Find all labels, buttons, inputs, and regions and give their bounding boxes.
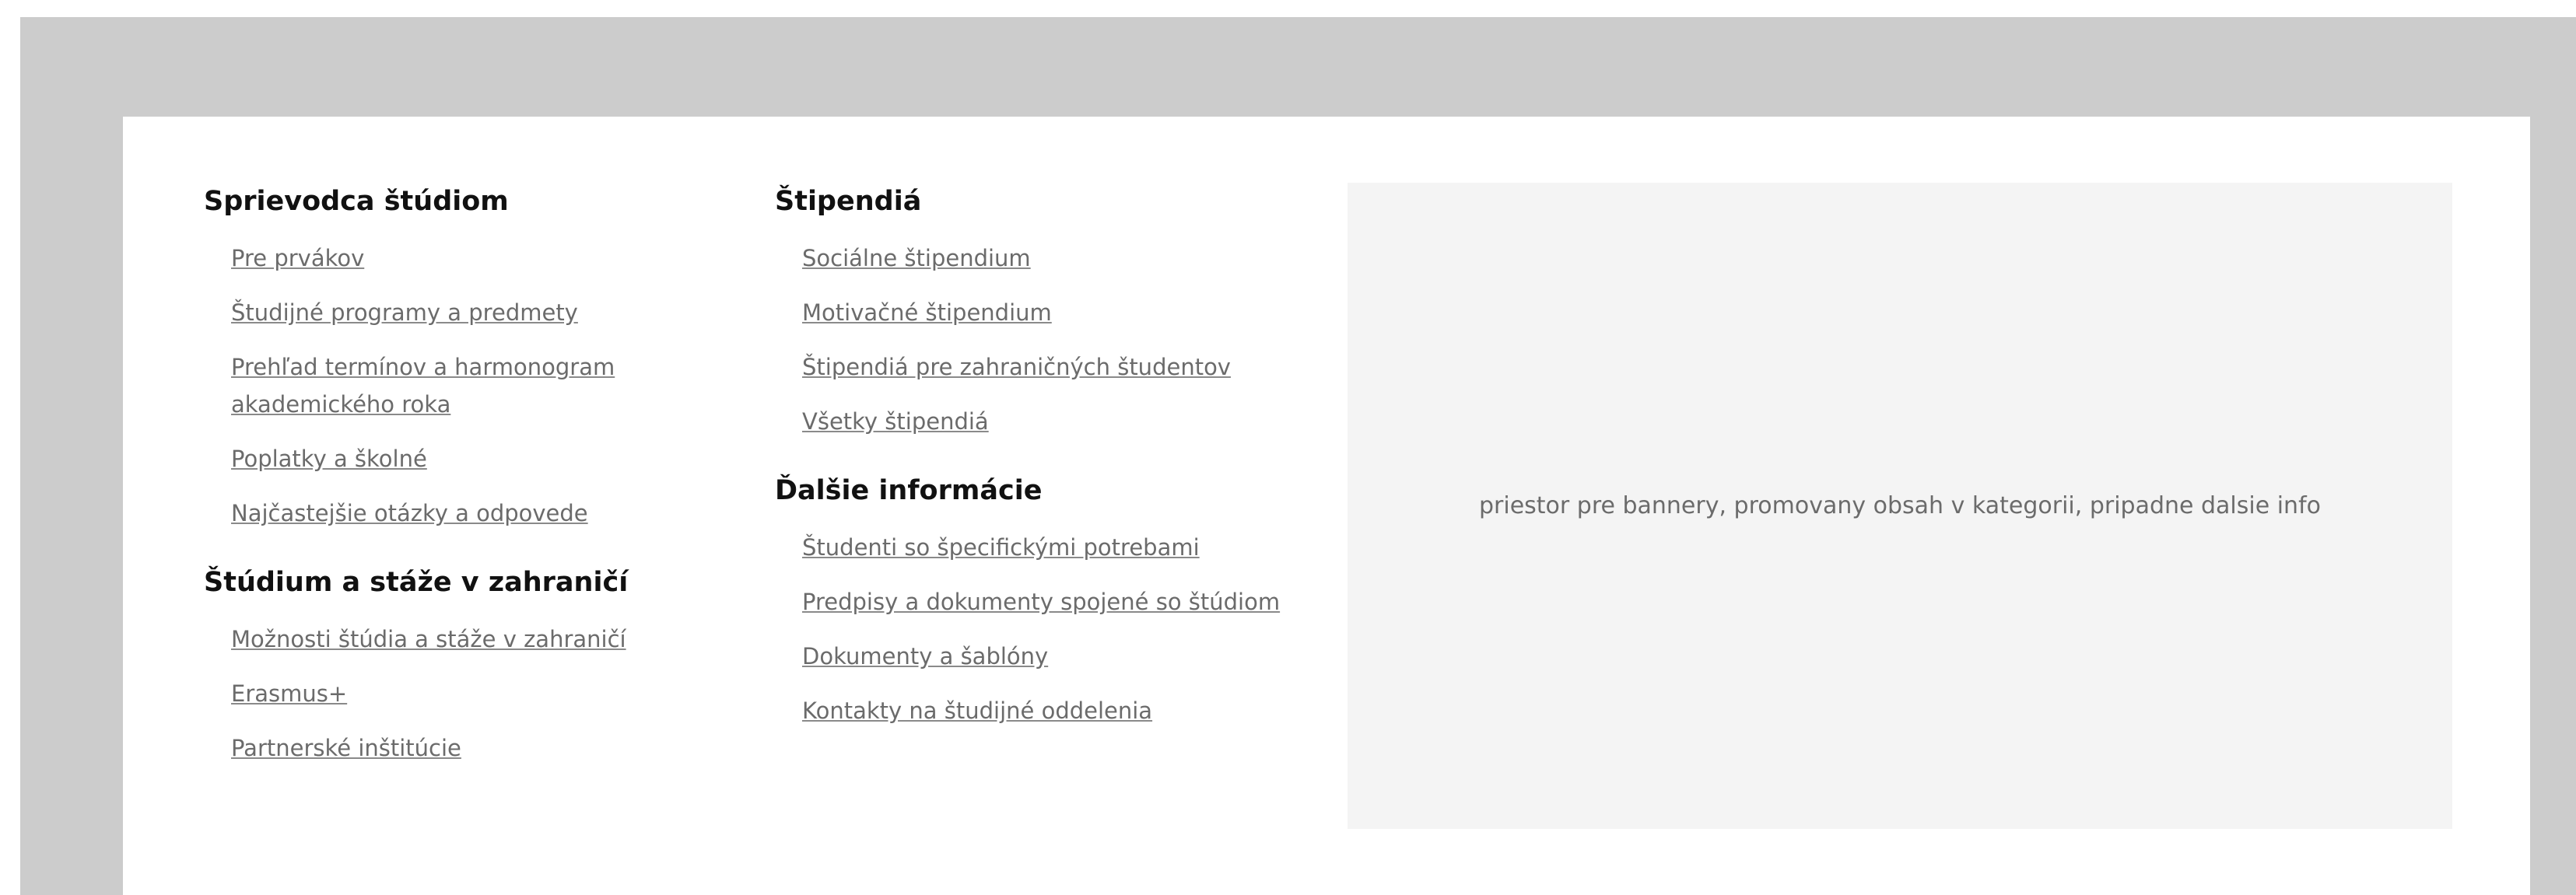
section-title: Ďalšie informácie xyxy=(775,475,1043,506)
section-title: Sprievodca štúdiom xyxy=(204,186,509,217)
link-pre-prvakov[interactable]: Pre prvákov xyxy=(231,239,364,277)
menu-column-2: Štipendiá Sociálne štipendium Motivačné … xyxy=(775,182,1320,760)
link-moznosti-studia[interactable]: Možnosti štúdia a stáže v zahraničí xyxy=(231,621,626,658)
list-item: Predpisy a dokumenty spojené so štúdiom xyxy=(802,583,1320,621)
link-socialne-stipendium[interactable]: Sociálne štipendium xyxy=(802,239,1031,277)
section-title: Štúdium a stáže v zahraničí xyxy=(204,567,629,598)
section-dalsie-informacie: Ďalšie informácie Študenti so špecifický… xyxy=(775,471,1320,729)
link-predpisy-dokumenty[interactable]: Predpisy a dokumenty spojené so štúdiom xyxy=(802,583,1280,621)
list-item: Dokumenty a šablóny xyxy=(802,638,1320,675)
list-item: Motivačné štipendium xyxy=(802,294,1320,331)
list-item: Najčastejšie otázky a odpovede xyxy=(231,495,748,532)
link-partnerske-institucie[interactable]: Partnerské inštitúcie xyxy=(231,729,461,767)
list-item: Štipendiá pre zahraničných študentov xyxy=(802,348,1320,386)
list-item: Pre prvákov xyxy=(231,239,748,277)
list-item: Študijné programy a predmety xyxy=(231,294,748,331)
banner-text: priestor pre bannery, promovany obsah v … xyxy=(1478,492,2321,519)
list-item: Všetky štipendiá xyxy=(802,403,1320,440)
section-studium-staze-zahranici: Štúdium a stáže v zahraničí Možnosti štú… xyxy=(204,563,748,767)
link-kontakty[interactable]: Kontakty na študijné oddelenia xyxy=(802,692,1152,729)
link-studijne-programy[interactable]: Študijné programy a predmety xyxy=(231,294,578,331)
section-stipendia: Štipendiá Sociálne štipendium Motivačné … xyxy=(775,182,1320,440)
link-list: Pre prvákov Študijné programy a predmety… xyxy=(204,239,748,532)
page-frame: Sprievodca štúdiom Pre prvákov Študijné … xyxy=(20,17,2576,895)
link-specificke-potreby[interactable]: Študenti so špecifickými potrebami xyxy=(802,529,1200,566)
link-list: Sociálne štipendium Motivačné štipendium… xyxy=(775,239,1320,440)
list-item: Poplatky a školné xyxy=(231,440,748,477)
link-list: Študenti so špecifickými potrebami Predp… xyxy=(775,529,1320,729)
section-title: Štipendiá xyxy=(775,186,922,217)
list-item: Kontakty na študijné oddelenia xyxy=(802,692,1320,729)
list-item: Partnerské inštitúcie xyxy=(231,729,748,767)
mega-menu-panel: Sprievodca štúdiom Pre prvákov Študijné … xyxy=(123,117,2530,895)
link-motivacne-stipendium[interactable]: Motivačné štipendium xyxy=(802,294,1052,331)
link-list: Možnosti štúdia a stáže v zahraničí Eras… xyxy=(204,621,748,767)
list-item: Erasmus+ xyxy=(231,675,748,712)
list-item: Sociálne štipendium xyxy=(802,239,1320,277)
list-item: Prehľad termínov a harmonogram akademick… xyxy=(231,348,748,423)
link-dokumenty-sablony[interactable]: Dokumenty a šablóny xyxy=(802,638,1048,675)
link-otazky-odpovede[interactable]: Najčastejšie otázky a odpovede xyxy=(231,495,588,532)
link-stipendia-zahranicni[interactable]: Štipendiá pre zahraničných študentov xyxy=(802,348,1231,386)
section-sprievodca-studiom: Sprievodca štúdiom Pre prvákov Študijné … xyxy=(204,182,748,532)
link-poplatky[interactable]: Poplatky a školné xyxy=(231,440,427,477)
banner-placeholder: priestor pre bannery, promovany obsah v … xyxy=(1348,183,2452,829)
list-item: Možnosti štúdia a stáže v zahraničí xyxy=(231,621,748,658)
link-vsetky-stipendia[interactable]: Všetky štipendiá xyxy=(802,403,989,440)
link-erasmus[interactable]: Erasmus+ xyxy=(231,675,347,712)
menu-column-1: Sprievodca štúdiom Pre prvákov Študijné … xyxy=(204,182,748,798)
list-item: Študenti so špecifickými potrebami xyxy=(802,529,1320,566)
link-prehlad-terminov[interactable]: Prehľad termínov a harmonogram akademick… xyxy=(231,348,667,423)
